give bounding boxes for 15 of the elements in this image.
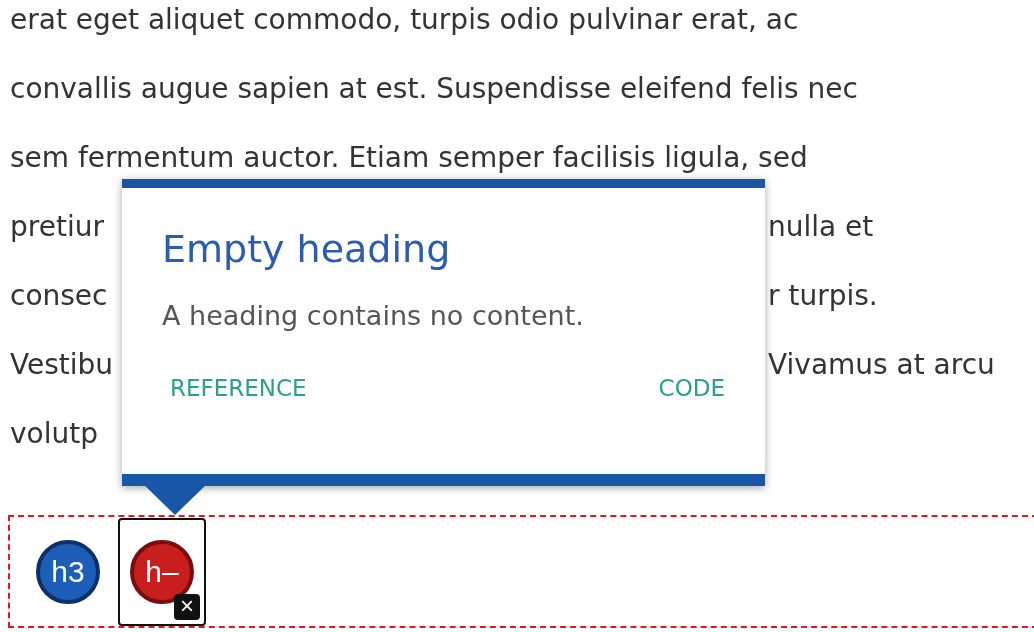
popup-link[interactable]: CODE bbox=[658, 375, 725, 401]
popup-message: A heading contains no content. bbox=[162, 300, 585, 331]
heading-level-icon: h3 bbox=[36, 539, 100, 604]
paragraph-text: volutp bbox=[10, 417, 98, 450]
paragraph-text: pretiur bbox=[10, 210, 104, 243]
paragraph-text: Vivamus at arcu bbox=[768, 347, 995, 383]
paragraph-text: consec bbox=[10, 279, 108, 312]
popup-link[interactable]: REFERENCE bbox=[170, 375, 307, 401]
popup-title: Empty heading bbox=[162, 226, 452, 273]
paragraph-text: nulla et bbox=[768, 209, 874, 245]
paragraph-text: r turpis. bbox=[768, 278, 878, 314]
paragraph-text: erat eget aliquet commodo, turpis odio pulvinar erat, ac bbox=[10, 3, 799, 36]
paragraph-text: Vestibu bbox=[10, 348, 114, 381]
paragraph-text: convallis augue sapien at est. Suspendisse eleifend felis nec bbox=[10, 72, 858, 105]
paragraph-text: sem fermentum auctor. Etiam semper facilisis ligula, sed bbox=[10, 141, 808, 174]
